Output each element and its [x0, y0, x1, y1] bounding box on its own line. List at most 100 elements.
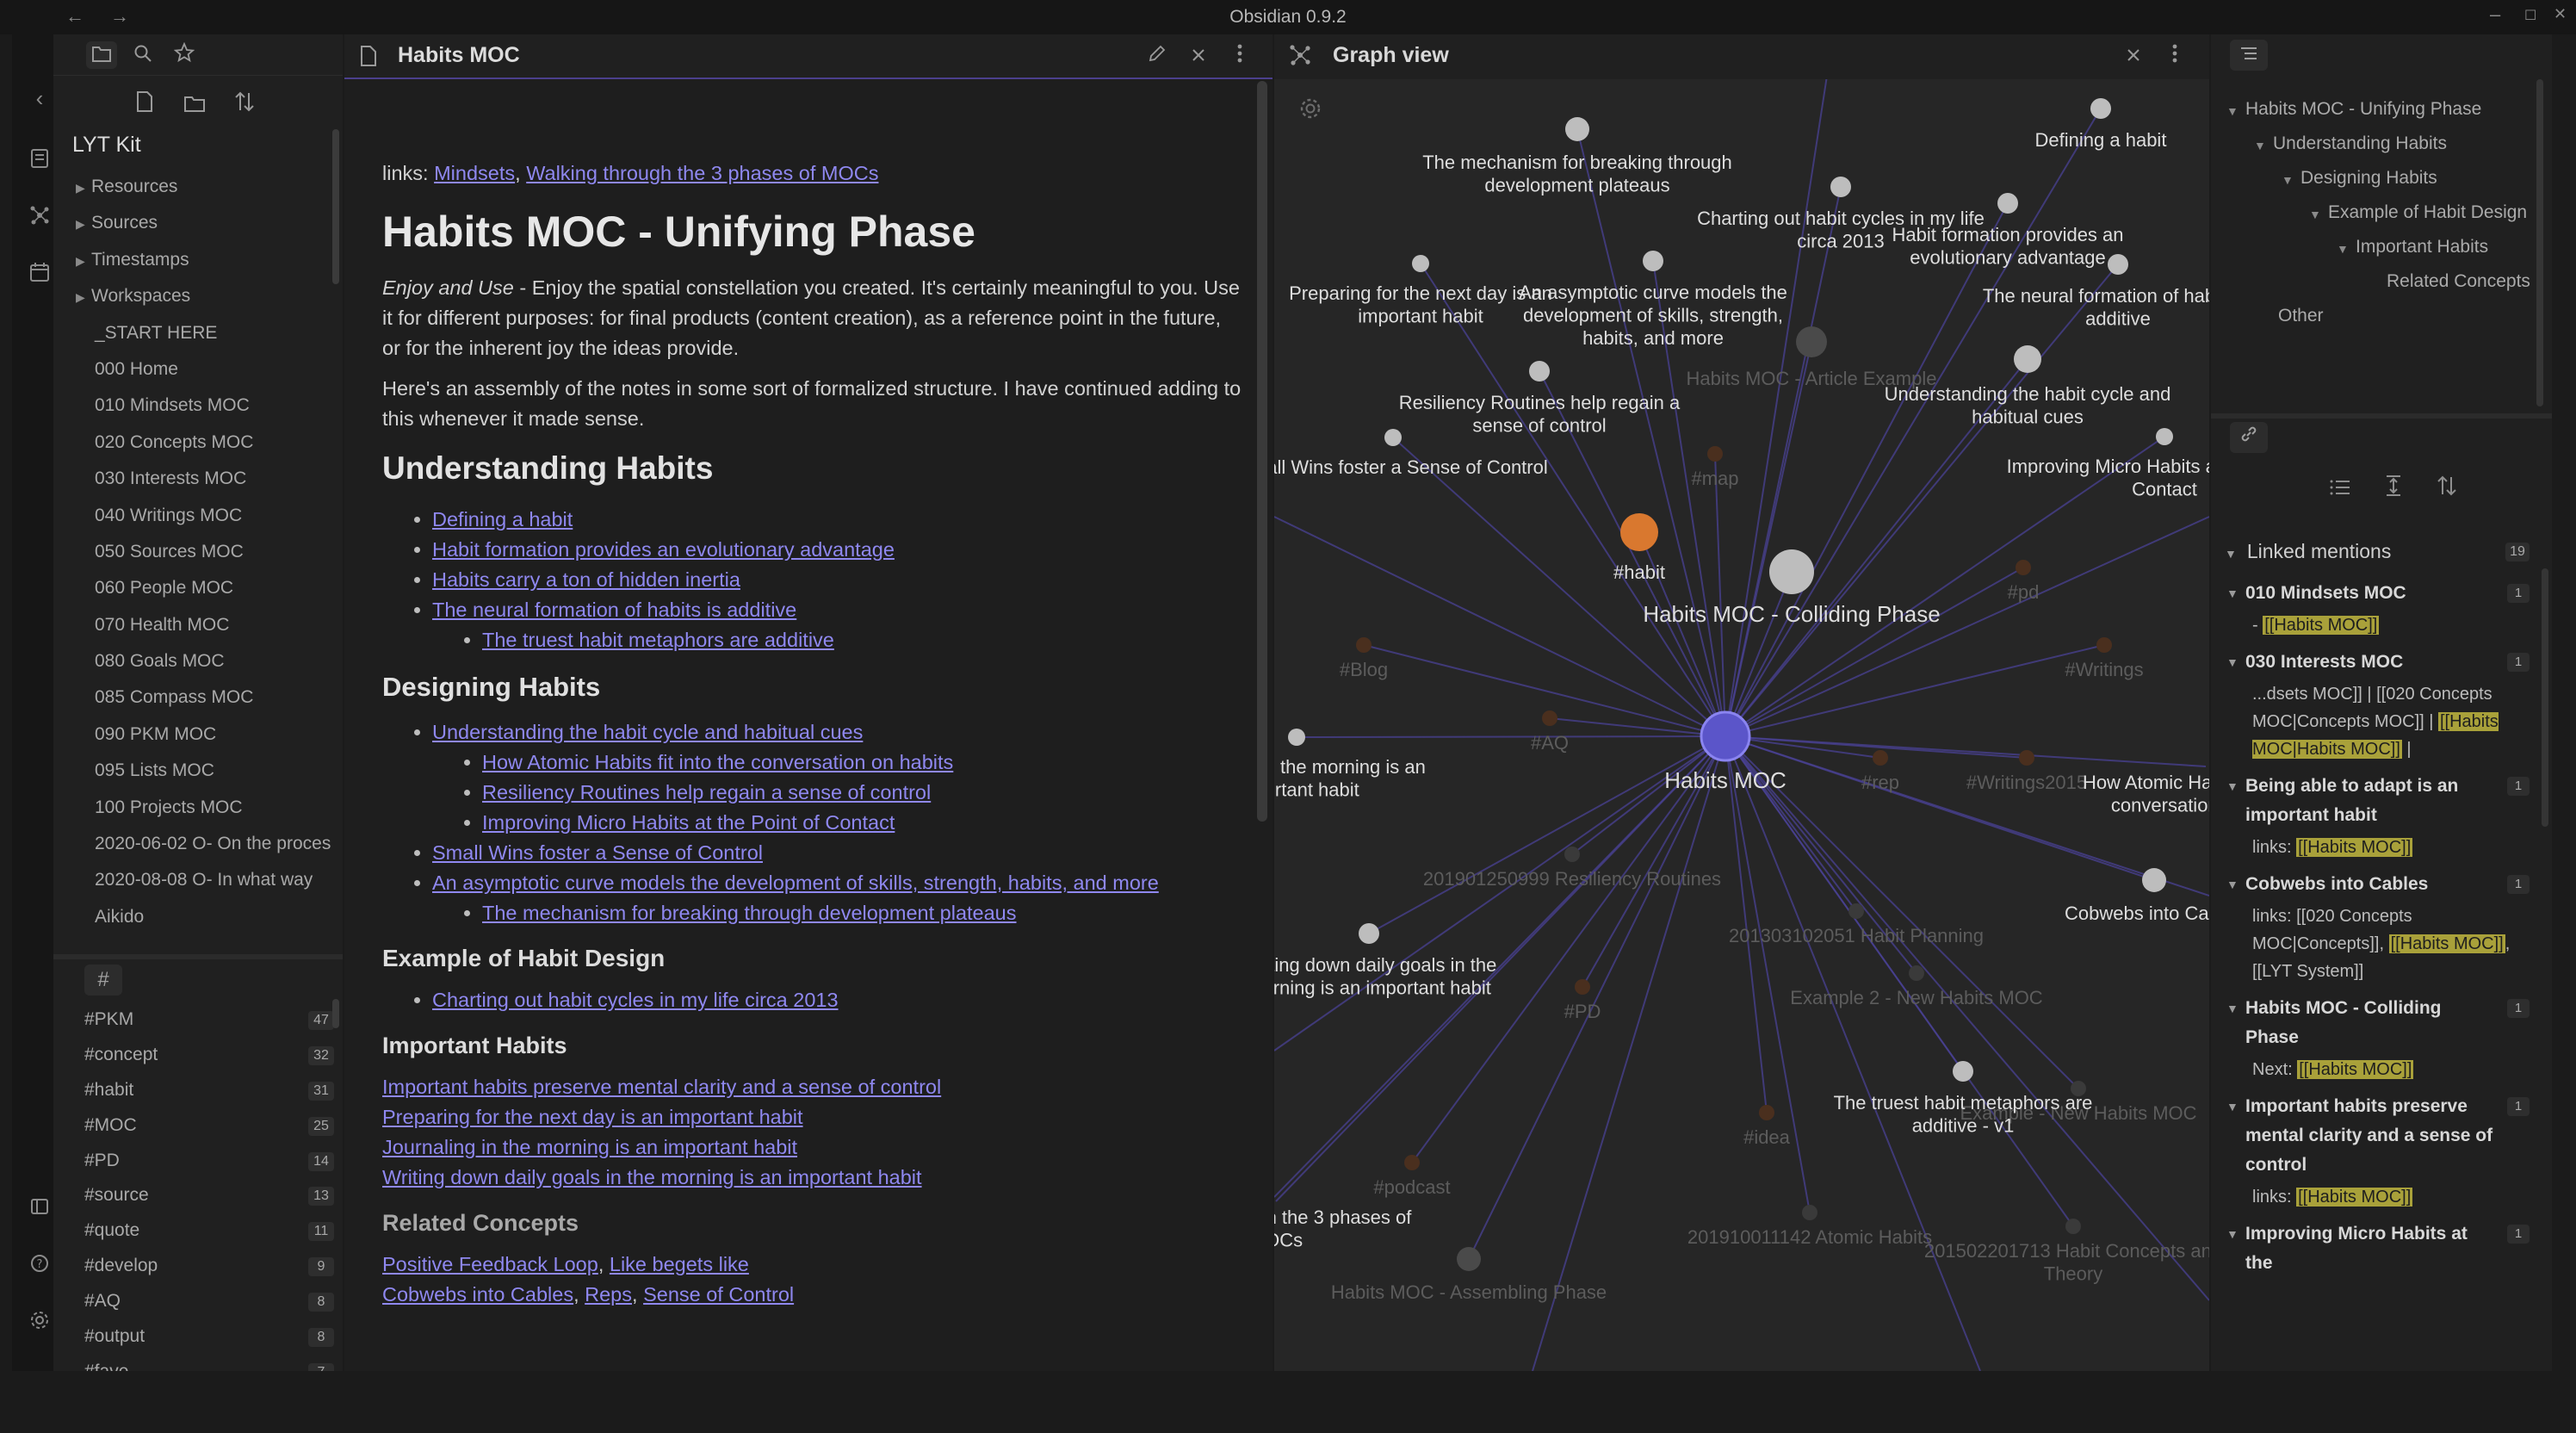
file-item[interactable]: 100 Projects MOC [72, 790, 331, 826]
folder-item[interactable]: ▶ Sources [72, 205, 331, 241]
graph-node[interactable] [1412, 255, 1429, 272]
file-item[interactable]: _START HERE [72, 315, 331, 351]
graph-node[interactable] [2142, 868, 2166, 892]
outline-item[interactable]: ▼ Example of Habit Design [2226, 202, 2536, 224]
link-micro-habits[interactable]: Improving Micro Habits at the Point of C… [482, 811, 895, 834]
close-pane-icon[interactable] [1185, 43, 1212, 71]
vault-icon[interactable] [24, 1194, 55, 1225]
graph-node[interactable] [1288, 729, 1305, 746]
graph-current-node[interactable] [1700, 710, 1751, 762]
link-preparing-next-day[interactable]: Preparing for the next day is an importa… [382, 1106, 803, 1128]
tag-list-scrollbar[interactable] [332, 999, 339, 1028]
tag-item[interactable]: #PKM 47 [84, 1002, 334, 1038]
backlink-file[interactable]: ▼ Being able to adapt is an important hab… [2223, 772, 2530, 830]
link-breaking-plateaus[interactable]: The mechanism for breaking through devel… [482, 902, 1017, 924]
quick-switcher-icon[interactable] [24, 146, 55, 177]
link-neural-formation[interactable]: The neural formation of habits is additi… [432, 599, 796, 621]
file-item[interactable]: 030 Interests MOC [72, 461, 331, 497]
graph-tag-node[interactable] [2016, 560, 2031, 575]
sort-backlinks-icon[interactable] [2431, 474, 2462, 505]
graph-node[interactable] [2156, 428, 2173, 445]
tag-item[interactable]: #habit 31 [84, 1073, 334, 1108]
graph-node[interactable] [1848, 903, 1864, 919]
file-item[interactable]: 085 Compass MOC [72, 679, 331, 716]
graph-more-options-icon[interactable] [2161, 43, 2189, 71]
file-item[interactable]: Aikido [72, 899, 331, 935]
backlink-context[interactable]: links: [[020 Concepts MOC|Concepts]], [[… [2223, 903, 2530, 985]
link-defining-a-habit[interactable]: Defining a habit [432, 508, 573, 530]
graph-node[interactable] [1769, 549, 1814, 594]
graph-node[interactable] [2090, 98, 2111, 119]
search-icon[interactable] [127, 41, 158, 69]
graph-node[interactable] [2065, 1219, 2081, 1234]
graph-node[interactable] [1643, 251, 1663, 271]
tag-item[interactable]: #PD 14 [84, 1144, 334, 1179]
file-item[interactable]: 000 Home [72, 351, 331, 388]
more-options-icon[interactable] [1226, 43, 1254, 71]
collapse-results-list-icon[interactable] [2325, 474, 2356, 505]
link-small-wins[interactable]: Small Wins foster a Sense of Control [432, 841, 763, 864]
graph-node[interactable] [1529, 361, 1550, 382]
star-icon[interactable] [169, 41, 200, 69]
graph-view-icon[interactable] [24, 203, 55, 234]
graph-settings-gear-icon[interactable] [1298, 96, 1322, 127]
graph-tag-node[interactable] [1404, 1155, 1420, 1170]
graph-node[interactable] [2108, 254, 2128, 275]
backlink-context[interactable]: - [[Habits MOC]] [2223, 611, 2530, 639]
outline-item[interactable]: Other [2226, 305, 2536, 327]
tag-item[interactable]: #output 8 [84, 1319, 334, 1355]
graph-node[interactable] [2014, 345, 2041, 373]
collapse-sidebar-icon[interactable]: ‹ [24, 83, 55, 114]
graph-node[interactable] [1359, 923, 1379, 944]
link-like-begets-like[interactable]: Like begets like [610, 1253, 749, 1275]
link-hidden-inertia[interactable]: Habits carry a ton of hidden inertia [432, 568, 740, 591]
link-positive-feedback-loop[interactable]: Positive Feedback Loop [382, 1253, 598, 1275]
file-item[interactable]: 090 PKM MOC [72, 716, 331, 753]
backlink-file[interactable]: ▼ Improving Micro Habits at the 1 [2223, 1219, 2530, 1278]
file-item[interactable]: 050 Sources MOC [72, 534, 331, 570]
backlinks-scrollbar[interactable] [2542, 568, 2548, 827]
new-note-icon[interactable] [129, 90, 160, 121]
backlink-file[interactable]: ▼ Important habits preserve mental clarit… [2223, 1092, 2530, 1180]
graph-tag-node[interactable] [1575, 979, 1590, 995]
tag-pane-tab-hash-icon[interactable]: # [84, 965, 122, 996]
file-item[interactable]: 095 Lists MOC [72, 753, 331, 789]
maximize-icon[interactable]: ☐ [2524, 7, 2536, 24]
graph-node[interactable] [1953, 1061, 1973, 1082]
link-charting-habit-cycles[interactable]: Charting out habit cycles in my life cir… [432, 989, 839, 1011]
outline-item[interactable]: ▼ Understanding Habits [2226, 133, 2536, 155]
graph-node[interactable] [1802, 1205, 1817, 1220]
tag-item[interactable]: #concept 32 [84, 1038, 334, 1073]
link-resiliency-routines[interactable]: Resiliency Routines help regain a sense … [482, 781, 931, 803]
graph-node[interactable] [1909, 965, 1924, 981]
graph-node[interactable] [1564, 847, 1580, 862]
link-cobwebs-into-cables[interactable]: Cobwebs into Cables [382, 1283, 573, 1306]
right-sidebar-divider[interactable] [2211, 413, 2552, 419]
graph-tag-node[interactable] [1873, 750, 1888, 766]
graph-tag-node[interactable] [1542, 710, 1557, 726]
link-asymptotic-curve[interactable]: An asymptotic curve models the developme… [432, 872, 1159, 894]
link-atomic-habits[interactable]: How Atomic Habits fit into the conversat… [482, 751, 953, 773]
settings-gear-icon[interactable] [24, 1307, 55, 1338]
close-window-icon[interactable]: ✕ [2554, 5, 2567, 23]
minimize-icon[interactable]: – [2490, 3, 2500, 26]
folder-item[interactable]: ▶ Workspaces [72, 278, 331, 314]
help-icon[interactable]: ? [24, 1250, 55, 1281]
edit-pencil-icon[interactable] [1143, 43, 1171, 71]
link-habit-cycle[interactable]: Understanding the habit cycle and habitu… [432, 721, 863, 743]
backlink-file[interactable]: ▼ 010 Mindsets MOC 1 [2223, 579, 2530, 608]
backlink-file[interactable]: ▼ Cobwebs into Cables 1 [2223, 870, 2530, 899]
outline-item[interactable]: Related Concepts [2226, 270, 2536, 293]
file-item[interactable]: 010 Mindsets MOC [72, 388, 331, 424]
backlink-context[interactable]: links: [[Habits MOC]] [2223, 1183, 2530, 1211]
graph-node[interactable] [1997, 193, 2018, 214]
file-item[interactable]: 070 Health MOC [72, 607, 331, 643]
graph-canvas[interactable]: 201901250999 Resiliency Routines 20130310… [1274, 34, 2209, 1371]
new-folder-icon[interactable] [179, 90, 210, 121]
outline-scrollbar[interactable] [2536, 79, 2543, 406]
link-journaling-morning[interactable]: Journaling in the morning is an importan… [382, 1136, 797, 1158]
tag-item[interactable]: #MOC 25 [84, 1108, 334, 1144]
file-item[interactable]: 2020-08-08 O- In what way [72, 862, 331, 898]
graph-node[interactable] [1620, 513, 1658, 551]
link-important-habits-clarity[interactable]: Important habits preserve mental clarity… [382, 1076, 941, 1098]
